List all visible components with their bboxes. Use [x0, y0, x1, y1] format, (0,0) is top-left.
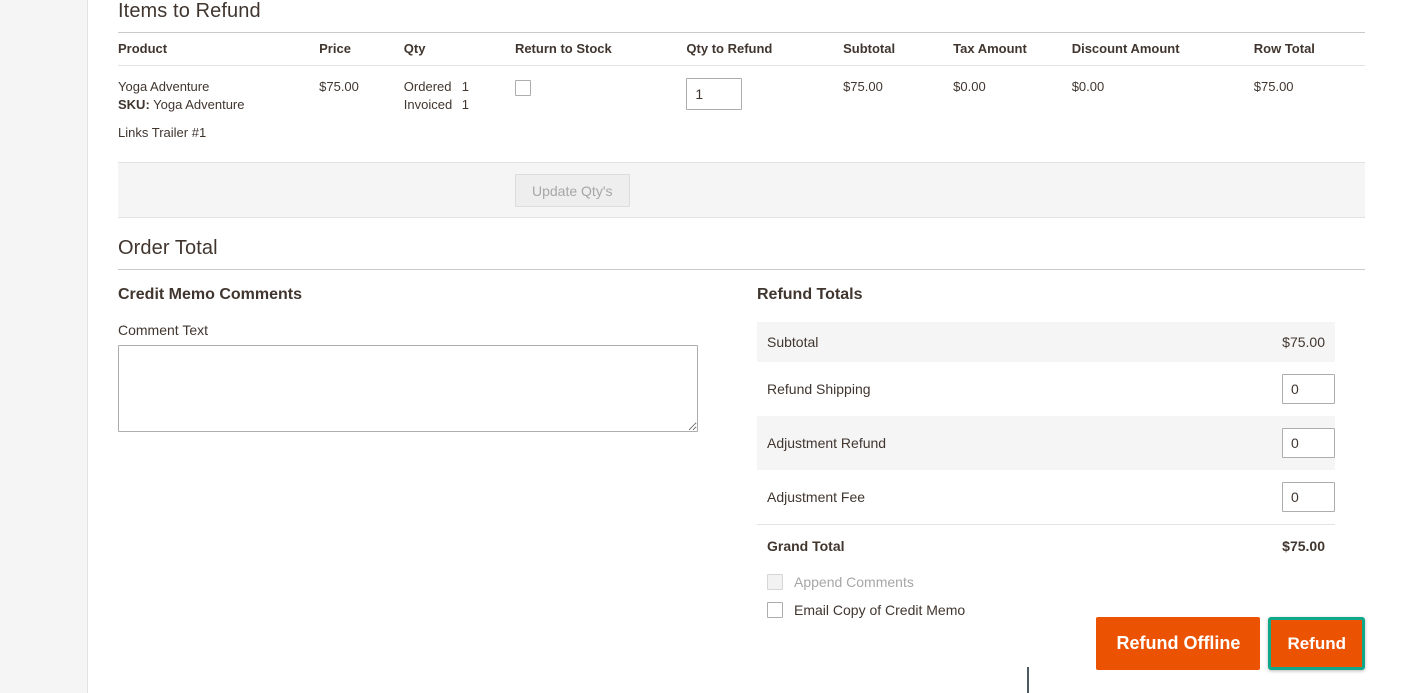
totals-row-adjustment-refund: Adjustment Refund	[757, 416, 1335, 470]
update-qty-bar: Update Qty's	[118, 162, 1365, 218]
action-buttons: Refund Offline Refund	[1096, 617, 1365, 670]
cell-return-to-stock	[514, 66, 686, 163]
cell-product: Yoga Adventure SKU: Yoga Adventure Links…	[118, 66, 319, 163]
cell-discount-amount: $0.00	[1071, 79, 1105, 94]
totals-row-adjustment-fee: Adjustment Fee	[757, 470, 1335, 525]
column-header-return-to-stock: Return to Stock	[514, 33, 687, 66]
column-header-subtotal: Subtotal	[843, 33, 954, 66]
column-header-qty-to-refund: Qty to Refund	[686, 33, 844, 66]
email-copy-row: Email Copy of Credit Memo	[757, 602, 1365, 618]
totals-label-refund-shipping: Refund Shipping	[767, 381, 871, 397]
update-qtys-button[interactable]: Update Qty's	[515, 174, 630, 207]
product-name: Yoga Adventure	[118, 79, 210, 94]
qty-ordered-value: 1	[461, 79, 470, 94]
order-total-columns: Credit Memo Comments Comment Text Refund…	[118, 270, 1365, 618]
credit-memo-comments-heading: Credit Memo Comments	[118, 286, 303, 303]
adjustment-fee-input[interactable]	[1282, 482, 1335, 512]
qty-invoiced-value: 1	[461, 97, 470, 112]
refund-totals-heading: Refund Totals	[757, 286, 863, 303]
append-comments-label: Append Comments	[794, 574, 914, 590]
product-links: Links Trailer #1	[118, 124, 309, 142]
main-content: Items to Refund Product Price Qty Return…	[89, 0, 1408, 693]
totals-row-grand-total: Grand Total $75.00	[757, 524, 1335, 562]
table-row: Yoga Adventure SKU: Yoga Adventure Links…	[118, 66, 1365, 163]
comment-text-input[interactable]	[118, 345, 698, 432]
sku-label: SKU:	[118, 97, 150, 112]
refund-totals-panel: Refund Totals Subtotal $75.00 Refund Shi…	[757, 270, 1365, 618]
append-comments-row: Append Comments	[757, 574, 1365, 590]
totals-row-subtotal: Subtotal $75.00	[757, 322, 1335, 362]
cell-qty: Ordered 1 Invoiced 1	[404, 66, 515, 163]
order-total-title: Order Total	[118, 218, 1365, 270]
cell-subtotal: $75.00	[843, 79, 883, 94]
links-label: Links	[118, 125, 149, 140]
credit-memo-page: Items to Refund Product Price Qty Return…	[0, 0, 1408, 693]
totals-value-subtotal: $75.00	[1046, 322, 1335, 362]
totals-label-subtotal: Subtotal	[757, 322, 1046, 362]
column-header-row-total: Row Total	[1253, 33, 1365, 66]
refund-shipping-input[interactable]	[1282, 374, 1335, 404]
refund-button-focus-ring: Refund	[1268, 617, 1365, 670]
refund-offline-button[interactable]: Refund Offline	[1096, 617, 1261, 670]
column-header-price: Price	[319, 33, 404, 66]
sku-value: Yoga Adventure	[153, 97, 245, 112]
items-table-header-row: Product Price Qty Return to Stock Qty to…	[118, 33, 1365, 66]
product-sku: SKU: Yoga Adventure	[118, 96, 309, 114]
qty-to-refund-input[interactable]	[686, 78, 743, 110]
qty-invoiced: Invoiced 1	[404, 96, 505, 114]
grand-total-label: Grand Total	[757, 524, 1046, 562]
comment-text-label: Comment Text	[118, 322, 208, 338]
totals-row-refund-shipping: Refund Shipping	[757, 362, 1335, 416]
email-copy-label: Email Copy of Credit Memo	[794, 602, 966, 618]
cell-row-total: $75.00	[1253, 79, 1294, 94]
cell-qty-to-refund	[686, 66, 843, 163]
column-header-discount-amount: Discount Amount	[1071, 33, 1254, 66]
credit-memo-comments-panel: Credit Memo Comments Comment Text	[118, 270, 757, 618]
cell-price: $75.00	[319, 79, 359, 94]
append-comments-checkbox[interactable]	[767, 574, 783, 590]
refund-totals-table: Subtotal $75.00 Refund Shipping Adjustm	[757, 322, 1335, 562]
items-to-refund-table: Product Price Qty Return to Stock Qty to…	[118, 33, 1365, 162]
column-header-tax-amount: Tax Amount	[953, 33, 1072, 66]
qty-invoiced-label: Invoiced	[403, 97, 453, 112]
qty-ordered: Ordered 1	[404, 78, 505, 96]
grand-total-value: $75.00	[1046, 524, 1335, 562]
text-cursor-caret	[1027, 667, 1029, 693]
items-to-refund-title: Items to Refund	[118, 0, 1365, 33]
column-header-qty: Qty	[403, 33, 515, 66]
totals-label-adjustment-refund: Adjustment Refund	[757, 416, 1046, 470]
cell-tax-amount: $0.00	[953, 79, 986, 94]
left-sidebar-gutter	[0, 0, 88, 693]
column-header-product: Product	[118, 33, 320, 66]
adjustment-refund-input[interactable]	[1282, 428, 1335, 458]
refund-button[interactable]: Refund	[1271, 620, 1362, 667]
email-copy-checkbox[interactable]	[767, 602, 783, 618]
links-value: Trailer #1	[151, 125, 207, 140]
return-to-stock-checkbox[interactable]	[514, 80, 531, 96]
qty-ordered-label: Ordered	[403, 79, 452, 94]
totals-label-adjustment-fee: Adjustment Fee	[767, 489, 866, 505]
